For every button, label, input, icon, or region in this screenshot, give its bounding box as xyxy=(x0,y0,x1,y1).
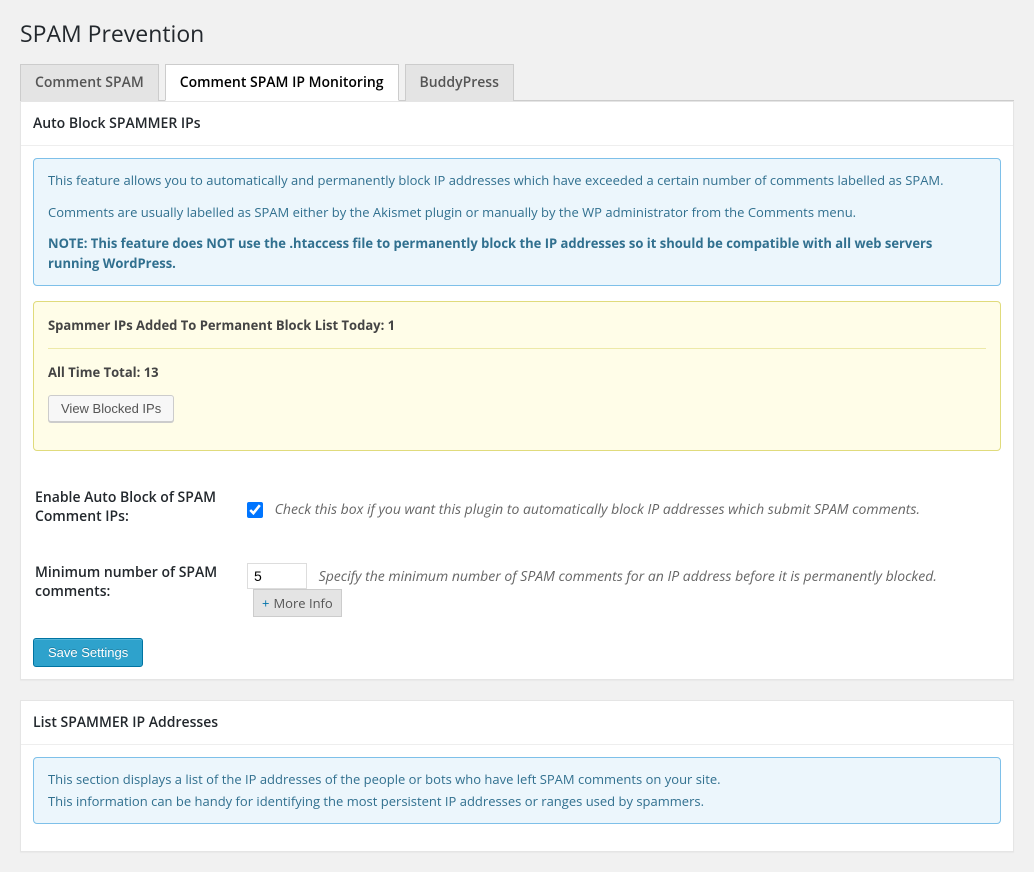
plus-icon: + xyxy=(262,594,269,612)
settings-form-table: Enable Auto Block of SPAM Comment IPs: C… xyxy=(33,471,1001,634)
section-auto-block: Auto Block SPAMMER IPs This feature allo… xyxy=(20,101,1014,680)
section-auto-block-header: Auto Block SPAMMER IPs xyxy=(21,102,1013,146)
enable-auto-block-desc: Check this box if you want this plugin t… xyxy=(275,500,920,519)
info-box-auto-block: This feature allows you to automatically… xyxy=(33,158,1001,286)
tab-comment-spam[interactable]: Comment SPAM xyxy=(20,64,159,101)
stat-today-label: Spammer IPs Added To Permanent Block Lis… xyxy=(48,316,388,334)
more-info-button[interactable]: +More Info xyxy=(253,589,342,617)
info-text-feature: This feature allows you to automatically… xyxy=(48,171,986,191)
stat-alltime-value: 13 xyxy=(144,363,159,381)
min-spam-input[interactable] xyxy=(247,563,307,589)
tab-comment-spam-ip-monitoring[interactable]: Comment SPAM IP Monitoring xyxy=(165,64,399,101)
section-auto-block-title: Auto Block SPAMMER IPs xyxy=(33,114,1001,133)
min-spam-label: Minimum number of SPAM comments: xyxy=(35,548,235,632)
enable-auto-block-checkbox[interactable] xyxy=(247,502,263,518)
save-settings-button[interactable]: Save Settings xyxy=(33,638,143,667)
tab-buddypress[interactable]: BuddyPress xyxy=(405,64,514,101)
info-text-labelling: Comments are usually labelled as SPAM ei… xyxy=(48,203,986,223)
enable-auto-block-label: Enable Auto Block of SPAM Comment IPs: xyxy=(35,473,235,546)
info-list-p1: This section displays a list of the IP a… xyxy=(48,770,986,790)
min-spam-desc: Specify the minimum number of SPAM comme… xyxy=(319,567,937,586)
more-info-label: More Info xyxy=(273,594,332,612)
stats-box: Spammer IPs Added To Permanent Block Lis… xyxy=(33,301,1001,451)
stat-today-value: 1 xyxy=(388,316,395,334)
info-box-list-spammer: This section displays a list of the IP a… xyxy=(33,757,1001,824)
view-blocked-ips-button[interactable]: View Blocked IPs xyxy=(48,395,174,422)
info-list-p2: This information can be handy for identi… xyxy=(48,792,986,812)
section-list-spammer-title: List SPAMMER IP Addresses xyxy=(33,713,1001,732)
section-list-spammer: List SPAMMER IP Addresses This section d… xyxy=(20,700,1014,852)
tabs-nav: Comment SPAM Comment SPAM IP Monitoring … xyxy=(20,64,1014,101)
stat-alltime-label: All Time Total: xyxy=(48,363,144,381)
section-list-spammer-header: List SPAMMER IP Addresses xyxy=(21,701,1013,745)
info-text-note: NOTE: This feature does NOT use the .hta… xyxy=(48,234,932,272)
page-title: SPAM Prevention xyxy=(20,10,1014,64)
